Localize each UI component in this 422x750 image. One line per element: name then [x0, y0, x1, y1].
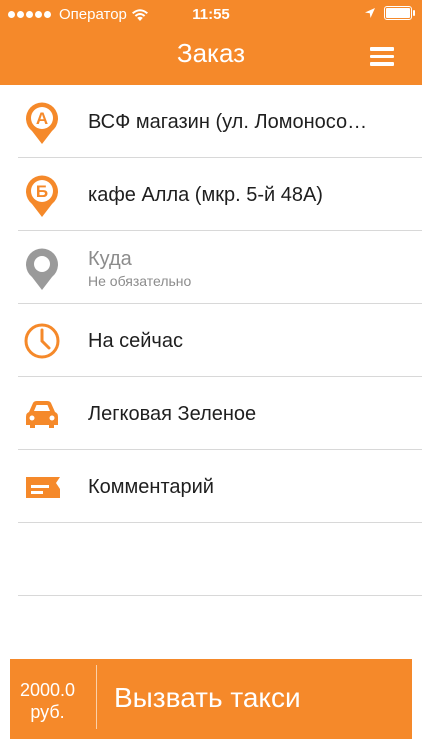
- car-class-row[interactable]: Легковая Зеленое: [18, 377, 422, 450]
- car-icon: [26, 401, 58, 428]
- destination-hint: Не обязательно: [88, 273, 192, 289]
- price-currency: руб.: [30, 702, 65, 722]
- price-amount: 2000.0: [20, 680, 76, 700]
- empty-row: [18, 523, 422, 596]
- pin-b-letter: Б: [36, 182, 48, 201]
- pin-a-icon: А: [26, 102, 58, 144]
- time-row[interactable]: На сейчас: [18, 304, 422, 377]
- status-bar: Оператор 11:55: [0, 0, 422, 30]
- stop-address-label: кафе Алла (мкр. 5-й 48А): [88, 184, 323, 206]
- price: 2000.0 руб.: [20, 665, 98, 729]
- call-taxi-button[interactable]: 2000.0 руб. Вызвать такси: [10, 659, 412, 739]
- top-bar: Оператор 11:55 Заказ: [0, 0, 422, 85]
- pickup-address-label: ВСФ магазин (ул. Ломоносо…: [88, 111, 368, 133]
- clock-icon: [24, 323, 60, 359]
- car-class-label: Легковая Зеленое: [88, 403, 257, 425]
- comment-label: Комментарий: [88, 476, 214, 498]
- destination-label: Куда: [88, 248, 132, 270]
- pin-b-icon: Б: [26, 175, 58, 217]
- status-time: 11:55: [192, 6, 230, 23]
- pickup-address-row[interactable]: А ВСФ магазин (ул. Ломоносо…: [18, 85, 422, 158]
- location-arrow-icon: [365, 8, 375, 18]
- price-divider: [96, 665, 98, 729]
- pin-a-letter: А: [36, 109, 48, 128]
- battery-icon: [384, 6, 415, 20]
- hamburger-menu-icon[interactable]: [370, 47, 394, 67]
- comment-icon: [26, 477, 60, 498]
- call-taxi-label: Вызвать такси: [114, 682, 301, 713]
- order-form-list: А ВСФ магазин (ул. Ломоносо… Б кафе Алла…: [0, 85, 422, 596]
- comment-row[interactable]: Комментарий: [18, 450, 422, 523]
- status-right: [364, 6, 415, 20]
- time-label: На сейчас: [88, 330, 183, 352]
- stop-address-row[interactable]: Б кафе Алла (мкр. 5-й 48А): [18, 158, 422, 231]
- pin-gray-icon: [26, 248, 58, 290]
- destination-row[interactable]: Куда Не обязательно: [18, 231, 422, 304]
- page-title: Заказ: [176, 38, 246, 68]
